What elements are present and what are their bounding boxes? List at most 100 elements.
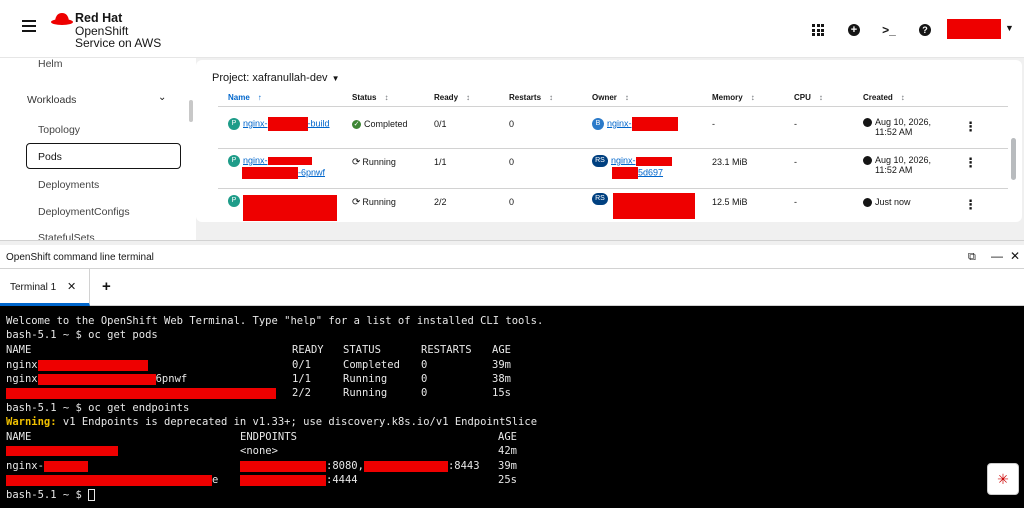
owner-cell[interactable]: RS nginx- 5d697	[592, 155, 672, 179]
terminal-line: bash-5.1 ~ $ oc get pods	[6, 329, 158, 341]
floating-action-icon[interactable]: ✳	[987, 463, 1019, 495]
restarts-cell: 0	[509, 157, 515, 167]
app-launcher-icon[interactable]	[810, 22, 826, 38]
pod-name-cell[interactable]: Pnginx- -6pnwf	[228, 155, 325, 179]
row-actions-kebab-icon[interactable]: ⋮	[964, 119, 977, 135]
restarts-cell: 0	[509, 119, 515, 129]
terminal-cell: 42m	[498, 445, 517, 457]
terminal-line: Warning: v1 Endpoints is deprecated in v…	[6, 416, 538, 428]
terminal-line: Welcome to the OpenShift Web Terminal. T…	[6, 315, 544, 327]
sort-icon: ↕	[900, 93, 905, 102]
column-header-ready[interactable]: Ready ↕	[434, 93, 470, 102]
row-actions-kebab-icon[interactable]: ⋮	[964, 197, 977, 213]
terminal-cell: 39m	[492, 359, 511, 371]
add-terminal-tab-icon[interactable]: +	[102, 278, 111, 295]
replicaset-badge: RS	[592, 155, 608, 167]
ready-cell: 2/2	[434, 197, 447, 207]
hamburger-menu-icon[interactable]	[22, 20, 36, 34]
sort-icon: ↕	[466, 93, 471, 102]
created-cell: Just now	[863, 197, 911, 208]
terminal-cell: 0/1	[292, 359, 311, 371]
terminal-cell: 0	[421, 373, 428, 385]
project-selector[interactable]: Project: xafranullah-dev ▼	[212, 72, 339, 84]
terminal-line: nginx-	[6, 459, 88, 473]
replicaset-badge: RS	[592, 193, 608, 205]
tab-close-icon[interactable]: ✕	[67, 280, 76, 293]
pod-badge: P	[228, 195, 240, 207]
sidebar-scrollbar[interactable]	[189, 100, 193, 122]
memory-cell: 23.1 MiB	[712, 157, 748, 167]
terminal-line	[6, 444, 118, 458]
tab-label: Terminal 1	[10, 282, 57, 293]
sort-icon: ↕	[624, 93, 629, 102]
chevron-down-icon[interactable]: ⌄	[158, 92, 166, 103]
pod-name-cell[interactable]: P	[228, 195, 337, 221]
sidebar-section-workloads[interactable]: Workloads	[27, 94, 76, 106]
pod-badge: P	[228, 155, 240, 167]
column-header-owner[interactable]: Owner ↕	[592, 93, 629, 102]
sort-ascending-icon: ↑	[257, 93, 262, 102]
redhat-logo-icon	[51, 13, 73, 25]
owner-cell[interactable]: RS	[592, 193, 695, 219]
column-header-status[interactable]: Status ↕	[352, 93, 388, 102]
sidebar-nav: Helm Workloads ⌄ Topology Pods Deploymen…	[0, 58, 196, 240]
brand-name: Red Hat	[75, 11, 123, 25]
column-header-created[interactable]: Created ↕	[863, 93, 905, 102]
terminal-output[interactable]: Welcome to the OpenShift Web Terminal. T…	[0, 306, 1024, 508]
sidebar-item-statefulsets[interactable]: StatefulSets	[38, 232, 95, 240]
terminal-cell: 15s	[492, 387, 511, 399]
created-cell: Aug 10, 2026, 11:52 AM	[863, 117, 931, 137]
sidebar-item-deploymentconfigs[interactable]: DeploymentConfigs	[38, 206, 130, 218]
terminal-cell: 2/2	[292, 387, 311, 399]
user-menu-redacted[interactable]	[947, 19, 1001, 39]
column-header-restarts[interactable]: Restarts ↕	[509, 93, 553, 102]
sort-icon: ↕	[818, 93, 823, 102]
terminal-line: NAME	[6, 344, 32, 356]
globe-icon	[863, 198, 872, 208]
user-menu-caret-icon[interactable]: ▼	[1005, 23, 1014, 33]
help-icon[interactable]: ?	[917, 22, 933, 38]
table-row: Pnginx- -build ✓ Completed 0/1 0 Bnginx- -…	[218, 106, 1008, 146]
table-row: P ⟳ Running 2/2 0 RS 12.5 MiB - Just now …	[218, 188, 1008, 222]
sort-icon: ↕	[549, 93, 554, 102]
column-header-name[interactable]: Name ↑	[228, 93, 262, 102]
status-cell: ⟳ Running	[352, 197, 396, 208]
sidebar-item-topology[interactable]: Topology	[38, 124, 80, 136]
sidebar-item-pods[interactable]: Pods	[26, 143, 181, 169]
caret-down-icon: ▼	[331, 74, 340, 83]
cpu-cell: -	[794, 119, 797, 129]
owner-cell[interactable]: Bnginx-	[592, 117, 678, 131]
terminal-line	[6, 386, 276, 400]
column-header-cpu[interactable]: CPU ↕	[794, 93, 823, 102]
sidebar-item-helm[interactable]: Helm	[38, 58, 63, 70]
table-row: Pnginx- -6pnwf ⟳ Running 1/1 0 RS nginx- 5…	[218, 148, 1008, 188]
terminal-line: nginx	[6, 358, 148, 372]
terminal-cell: ENDPOINTS	[240, 431, 297, 443]
open-in-new-tab-icon[interactable]: ⧉	[968, 251, 976, 264]
cpu-cell: -	[794, 197, 797, 207]
pods-card: Project: xafranullah-dev ▼ Name ↑ Status ↕ …	[196, 60, 1022, 222]
created-cell: Aug 10, 2026, 11:52 AM	[863, 155, 931, 175]
sync-icon: ⟳	[352, 197, 361, 208]
tab-terminal-1[interactable]: Terminal 1 ✕	[0, 269, 90, 306]
close-icon[interactable]: ✕	[1010, 249, 1020, 263]
globe-icon	[863, 156, 872, 166]
terminal-cell: AGE	[498, 431, 517, 443]
terminal-line: e	[6, 473, 218, 487]
command-line-terminal-icon[interactable]: >_	[881, 22, 897, 38]
terminal-prompt[interactable]: bash-5.1 ~ $	[6, 488, 96, 502]
pod-name-cell[interactable]: Pnginx- -build	[228, 117, 330, 131]
terminal-cell: <none>	[240, 445, 278, 457]
column-header-memory[interactable]: Memory ↕	[712, 93, 755, 102]
terminal-cell: 1/1	[292, 373, 311, 385]
terminal-cell: Completed	[343, 359, 400, 371]
memory-cell: -	[712, 119, 715, 129]
import-add-icon[interactable]: +	[846, 22, 862, 38]
terminal-line: NAME	[6, 431, 32, 443]
terminal-cell: 39m	[498, 460, 517, 472]
sidebar-item-deployments[interactable]: Deployments	[38, 179, 99, 191]
content-scrollbar[interactable]	[1011, 138, 1016, 180]
terminal-cell: 38m	[492, 373, 511, 385]
row-actions-kebab-icon[interactable]: ⋮	[964, 155, 977, 171]
minimize-icon[interactable]: —	[991, 249, 1003, 263]
